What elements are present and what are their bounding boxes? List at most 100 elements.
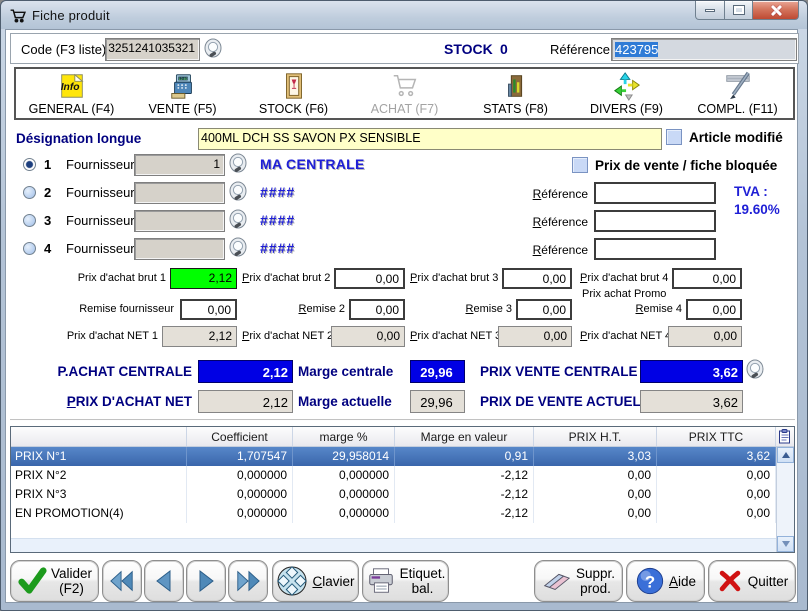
triangle-down-icon <box>782 541 790 547</box>
client-area: Code (F3 liste) 3251241035321 STOCK 0 Ré… <box>5 29 798 603</box>
previous-record-button[interactable] <box>144 560 184 602</box>
svg-text:12:40: 12:40 <box>178 77 187 81</box>
designation-input[interactable]: 400ML DCH SS SAVON PX SENSIBLE <box>198 128 662 150</box>
article-modifie-label: Article modifié <box>689 130 783 145</box>
clipboard-icon[interactable] <box>778 429 791 444</box>
valider-button[interactable]: Valider(F2) <box>10 560 99 602</box>
prices-table: Coefficient marge % Marge en valeur PRIX… <box>10 426 795 553</box>
stock-label: STOCK <box>444 41 493 57</box>
first-record-button[interactable] <box>102 560 142 602</box>
supplier-4-lookup-icon[interactable] <box>228 237 248 259</box>
brut-1-input[interactable]: 2,12 <box>170 268 237 289</box>
remise-3-input[interactable]: 0,00 <box>516 299 572 320</box>
remise-1-label: Remise fournisseur <box>26 303 174 315</box>
supplier-1-name: MA CENTRALE <box>260 156 365 172</box>
supplier-3-lookup-icon[interactable] <box>228 209 248 231</box>
table-header-prix-ht[interactable]: PRIX H.T. <box>534 427 657 446</box>
window-titlebar[interactable]: Fiche produit <box>1 1 807 29</box>
code-lookup-icon[interactable] <box>203 38 223 60</box>
net-2-field: 0,00 <box>331 326 405 347</box>
reference-input[interactable]: 423795 <box>611 38 797 61</box>
etiquette-balance-button[interactable]: Etiquet.bal. <box>362 560 449 602</box>
brut-4-input[interactable]: 0,00 <box>672 268 742 289</box>
keyboard-icon <box>276 565 308 597</box>
remise-1-input[interactable]: 0,00 <box>180 299 237 320</box>
scroll-up-button[interactable] <box>777 447 794 463</box>
supplier-3-input[interactable] <box>134 210 225 232</box>
table-header-prix-ttc[interactable]: PRIX TTC <box>657 427 776 446</box>
remise-4-label: Remise 4 <box>594 303 682 315</box>
tab-stats[interactable]: STATS (F8) <box>460 69 571 118</box>
next-record-button[interactable] <box>186 560 226 602</box>
tab-divers[interactable]: DIVERS (F9) <box>571 69 682 118</box>
net-2-label: Prix d'achat NET 2 <box>242 330 330 342</box>
tab-general[interactable]: Info GENERAL (F4) <box>16 69 127 118</box>
quitter-button[interactable]: Quitter <box>708 560 796 602</box>
aide-button[interactable]: ? Aide <box>626 560 705 602</box>
scroll-down-button[interactable] <box>777 536 794 552</box>
supplier-2-reference-label: Référence <box>488 187 588 201</box>
net-4-field: 0,00 <box>668 326 742 347</box>
code-input[interactable]: 3251241035321 <box>105 38 200 61</box>
table-header-marge-pct[interactable]: marge % <box>293 427 395 446</box>
table-row-prix2[interactable]: PRIX N°2 0,000000 0,000000 -2,12 0,00 0,… <box>11 466 794 485</box>
remise-4-input[interactable]: 0,00 <box>686 299 742 320</box>
brut-3-label: Prix d'achat brut 3 <box>410 272 498 284</box>
supplier-1-input[interactable]: 1 <box>134 154 225 176</box>
vente-centrale-value[interactable]: 3,62 <box>640 360 743 383</box>
check-icon <box>17 566 47 596</box>
supplier-4-input[interactable] <box>134 238 225 260</box>
info-note-icon: Info <box>57 71 87 101</box>
table-row-prix3[interactable]: PRIX N°3 0,000000 0,000000 -2,12 0,00 0,… <box>11 485 794 504</box>
supprimer-produit-button[interactable]: Suppr.prod. <box>534 560 623 602</box>
table-row-prix1[interactable]: PRIX N°1 1,707547 29,958014 0,91 3,03 3,… <box>11 447 794 466</box>
brut-1-label: Prix d'achat brut 1 <box>18 272 166 284</box>
supplier-2-reference-input[interactable] <box>594 182 716 204</box>
supplier-3-reference-input[interactable] <box>594 210 716 232</box>
maximize-icon <box>734 6 744 14</box>
supplier-1-radio[interactable] <box>23 158 36 171</box>
vente-centrale-lookup-icon[interactable] <box>745 359 765 381</box>
tab-compl[interactable]: COMPL. (F11) <box>682 69 793 118</box>
brut-3-input[interactable]: 0,00 <box>502 268 572 289</box>
tab-vente[interactable]: 12:40 VENTE (F5) <box>127 69 238 118</box>
tab-stock[interactable]: STOCK (F6) <box>238 69 349 118</box>
pen-icon <box>723 71 753 101</box>
remise-2-input[interactable]: 0,00 <box>349 299 405 320</box>
brut-4-label: Prix d'achat brut 4 <box>580 272 668 284</box>
table-row-promotion[interactable]: EN PROMOTION(4) 0,000000 0,000000 -2,12 … <box>11 504 794 523</box>
last-record-button[interactable] <box>228 560 268 602</box>
supplier-1-lookup-icon[interactable] <box>228 153 248 175</box>
fiche-bloquee-checkbox[interactable] <box>572 157 588 173</box>
supplier-4-radio[interactable] <box>23 242 36 255</box>
article-modifie-checkbox[interactable] <box>666 129 682 145</box>
red-x-icon <box>716 567 744 595</box>
achat-centrale-value[interactable]: 2,12 <box>198 360 293 383</box>
maximize-button[interactable] <box>725 1 753 20</box>
marge-centrale-value[interactable]: 29,96 <box>410 360 465 383</box>
tab-achat[interactable]: ACHAT (F7) <box>349 69 460 118</box>
supplier-3-radio[interactable] <box>23 214 36 227</box>
close-button[interactable] <box>753 1 799 20</box>
minimize-button[interactable] <box>695 1 725 20</box>
table-header-blank <box>11 427 187 446</box>
table-scrollbar[interactable] <box>776 447 794 552</box>
supplier-2-lookup-icon[interactable] <box>228 181 248 203</box>
table-header-marge-valeur[interactable]: Marge en valeur <box>395 427 534 446</box>
clavier-button[interactable]: Clavier <box>272 560 359 602</box>
code-row-panel: Code (F3 liste) 3251241035321 STOCK 0 Ré… <box>10 33 799 64</box>
supplier-4-name-placeholder: #### <box>260 240 295 256</box>
brut-2-input[interactable]: 0,00 <box>334 268 405 289</box>
net-1-field: 2,12 <box>162 326 237 347</box>
left-arrow-icon <box>152 569 176 593</box>
double-right-arrow-icon <box>235 569 261 593</box>
net-3-field: 0,00 <box>498 326 572 347</box>
table-header-coefficient[interactable]: Coefficient <box>187 427 293 446</box>
supplier-2-radio[interactable] <box>23 186 36 199</box>
net-1-label: Prix d'achat NET 1 <box>10 330 158 342</box>
code-label: Code (F3 liste) <box>21 42 106 57</box>
supplier-2-input[interactable] <box>134 182 225 204</box>
supplier-4-reference-input[interactable] <box>594 238 716 260</box>
cash-register-icon: 12:40 <box>168 71 198 101</box>
supplier-3-num: 3 <box>44 213 51 228</box>
